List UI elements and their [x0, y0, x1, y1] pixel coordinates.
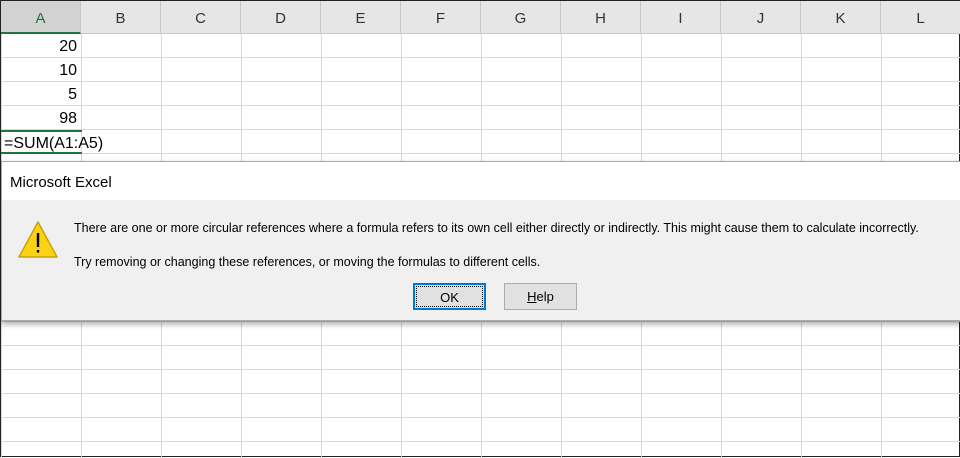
cell-a3[interactable]: 5 [1, 82, 81, 106]
column-header-bar: A B C D E F G H I J K L [1, 1, 960, 34]
cell-a2[interactable]: 10 [1, 58, 81, 82]
column-header-g[interactable]: G [481, 1, 561, 34]
column-header-e[interactable]: E [321, 1, 401, 34]
cell-a1[interactable]: 20 [1, 34, 81, 58]
column-header-l[interactable]: L [881, 1, 960, 34]
column-header-i[interactable]: I [641, 1, 721, 34]
column-header-a[interactable]: A [1, 1, 81, 34]
cell-a5-formula[interactable]: =SUM(A1:A5) [4, 130, 103, 154]
column-header-d[interactable]: D [241, 1, 321, 34]
dialog-message: There are one or more circular reference… [74, 221, 919, 235]
dialog-hint: Try removing or changing these reference… [74, 255, 541, 269]
column-header-c[interactable]: C [161, 1, 241, 34]
column-header-b[interactable]: B [81, 1, 161, 34]
warning-icon [17, 220, 59, 265]
circular-reference-dialog: Microsoft Excel There are one or more ci… [1, 161, 960, 321]
column-header-h[interactable]: H [561, 1, 641, 34]
column-header-j[interactable]: J [721, 1, 801, 34]
help-button[interactable]: Help [504, 283, 577, 310]
ok-button[interactable]: OK [413, 283, 486, 310]
column-header-f[interactable]: F [401, 1, 481, 34]
cell-a4[interactable]: 98 [1, 106, 81, 130]
dialog-title: Microsoft Excel [2, 162, 960, 200]
column-header-k[interactable]: K [801, 1, 881, 34]
